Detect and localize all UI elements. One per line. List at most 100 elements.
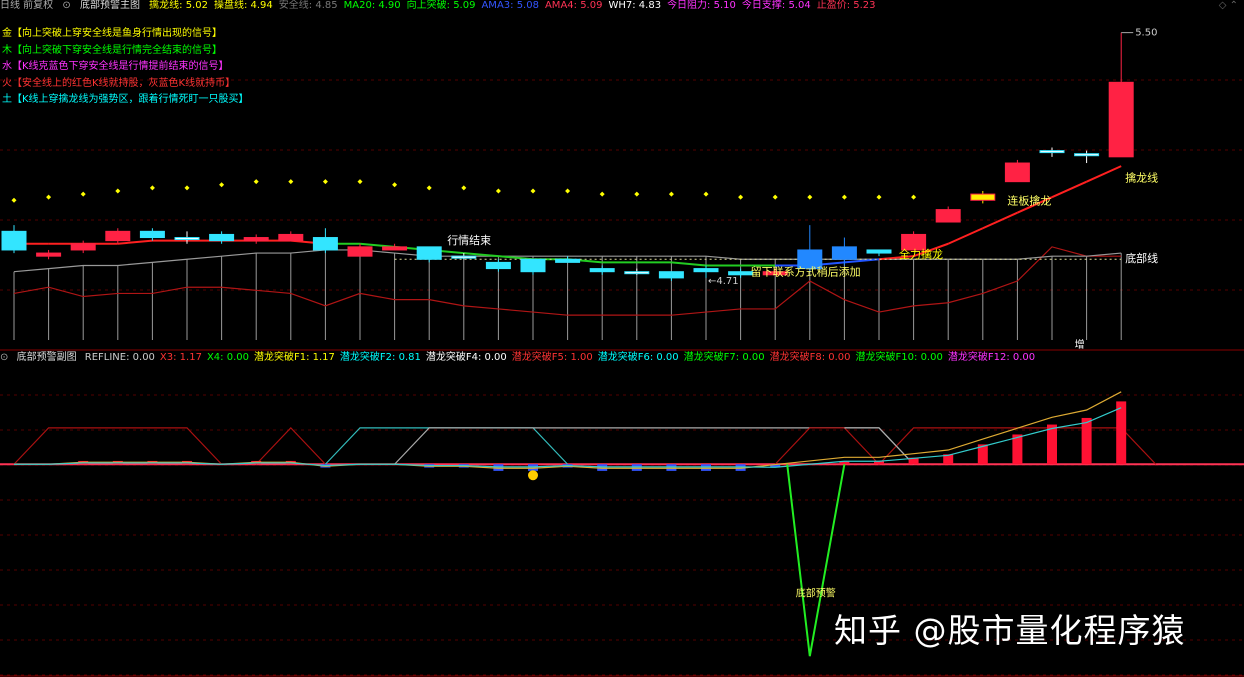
sub-bar	[666, 464, 677, 471]
sub-bar	[1081, 417, 1092, 465]
candle-body	[36, 252, 62, 257]
candle-body	[520, 258, 546, 273]
stop-dot	[184, 185, 190, 191]
stop-dot	[634, 191, 640, 197]
qinlong-line-segment	[947, 227, 984, 245]
sub-trap-shape	[13, 427, 223, 465]
candle-body	[485, 261, 511, 270]
rise-label: 全力擒龙	[899, 247, 943, 261]
stop-dot	[288, 179, 294, 185]
sub-indicator: 潜龙突破F5: 1.00	[511, 352, 593, 363]
sub-bottom-label: 底部预警	[796, 587, 836, 600]
candle-body	[1004, 162, 1030, 183]
candle-body	[105, 230, 131, 242]
qinlong-line-segment	[1051, 180, 1088, 199]
header-indicator: 止盈价: 5.23	[816, 0, 876, 11]
stop-dot	[495, 188, 501, 194]
watermark: 知乎 @股市量化程序猿	[834, 611, 1186, 650]
header-prefix: 日线 前复权	[0, 0, 54, 11]
consecutive-label: 连板擒龙	[1007, 193, 1051, 207]
chevron-icon[interactable]: ⊙	[62, 0, 70, 11]
sub-indicator: 潜龙突破F12: 0.00	[947, 352, 1036, 363]
stop-dot	[149, 185, 155, 191]
stop-dot	[253, 179, 259, 185]
stop-dot	[876, 194, 882, 200]
candle-body	[70, 243, 96, 251]
smiley-icon	[528, 470, 538, 481]
zeng-label: 增	[1075, 338, 1085, 351]
candle-body	[555, 258, 581, 263]
qinlong-line-segment	[671, 261, 707, 267]
header-indicators: 擒龙线: 5.02 操盘线: 4.94 安全线: 4.85 MA20: 4.90 向上突…	[149, 0, 881, 11]
candle-body	[347, 246, 373, 257]
sub-indicator: 潜龙突破F1: 1.17	[253, 352, 335, 363]
candle-body	[416, 246, 442, 260]
candle-body	[1108, 81, 1134, 158]
stop-dot	[322, 179, 328, 185]
stop-dot	[357, 179, 363, 185]
candle-body	[935, 209, 961, 223]
candle-body	[139, 230, 165, 239]
stop-dot	[80, 191, 86, 197]
stop-dot	[219, 182, 225, 188]
stop-dot	[530, 188, 536, 194]
signal-rule: 火【安全线上的红色K线就持股，灰蓝色K线就持币】	[2, 77, 236, 89]
candle-body	[174, 237, 200, 241]
stop-dot	[807, 194, 813, 200]
sub-indicator: 潜龙突破F2: 0.81	[339, 352, 421, 363]
candle-body	[312, 237, 338, 251]
header-indicator: WH7: 4.83	[608, 0, 662, 11]
header-indicator: MA20: 4.90	[343, 0, 401, 11]
header-indicator: 操盘线: 4.94	[213, 0, 273, 11]
candle-body	[693, 268, 719, 273]
header-indicator: 今日支撑: 5.04	[741, 0, 811, 11]
candle-body	[589, 268, 615, 273]
sub-indicator: X3: 1.17	[159, 352, 202, 363]
sub-indicator: 潜龙突破F8: 0.00	[769, 352, 851, 363]
stop-dot	[668, 191, 674, 197]
header-indicator: 向上突破: 5.09	[406, 0, 476, 11]
candle-body	[831, 246, 857, 260]
stop-dot	[841, 194, 847, 200]
sub-indicator: 潜龙突破F7: 0.00	[683, 352, 765, 363]
sub-chevron-icon[interactable]: ⊙	[0, 352, 8, 363]
stop-dot	[738, 194, 744, 200]
stop-dot	[46, 194, 52, 200]
qinlong-line-segment	[1086, 165, 1122, 183]
stop-dot	[11, 197, 17, 203]
main-chart-panel: 5.50 ←4.71 行情结束留下联系方式稍后添加 全力擒龙 连板擒龙 擒龙线底部线增	[1, 28, 1158, 351]
sub-indicator: X4: 0.00	[206, 352, 249, 363]
candle-body	[624, 271, 650, 275]
candle-body	[1074, 153, 1100, 157]
chart-grid	[0, 79, 1244, 676]
header-indicator: AMA4: 5.09	[544, 0, 603, 11]
stop-dot	[703, 191, 709, 197]
candle-body	[451, 255, 477, 259]
stop-dot	[565, 188, 571, 194]
sub-bar	[701, 464, 711, 471]
stop-dot	[392, 182, 398, 188]
sub-header-indicators: REFLINE: 0.00 X3: 1.17 X4: 0.00 潜龙突破F1: 1.1…	[85, 352, 1040, 363]
candle-body	[658, 271, 684, 279]
sub-indicator: REFLINE: 0.00	[84, 352, 155, 363]
stop-dot	[599, 191, 605, 197]
sub-bar	[1047, 424, 1057, 465]
candle-body	[1, 230, 27, 251]
candle-body	[728, 271, 754, 276]
candle-body	[1039, 150, 1065, 154]
sub-bar	[631, 464, 642, 471]
qinlong-label: 擒龙线	[1125, 170, 1158, 184]
header-indicator: 今日阻力: 5.10	[667, 0, 736, 11]
stop-dot	[461, 185, 467, 191]
window-controls[interactable]: ◇ ⌃	[1219, 0, 1238, 11]
sub-indicator: 潜龙突破F4: 0.00	[425, 352, 507, 363]
sub-indicator: 潜龙突破F6: 0.00	[597, 352, 679, 363]
header-indicator: 擒龙线: 5.02	[149, 0, 208, 11]
candle-body	[866, 249, 892, 254]
candle-body	[970, 193, 996, 201]
signal-rule: 土【K线上穿擒龙线为强势区，跟着行情死盯一只股买】	[2, 94, 249, 105]
stop-dot	[772, 194, 778, 200]
high-price-label: 5.50	[1135, 28, 1157, 39]
header-indicator: AMA3: 5.08	[481, 0, 539, 11]
sub-line-f2	[14, 407, 1122, 468]
